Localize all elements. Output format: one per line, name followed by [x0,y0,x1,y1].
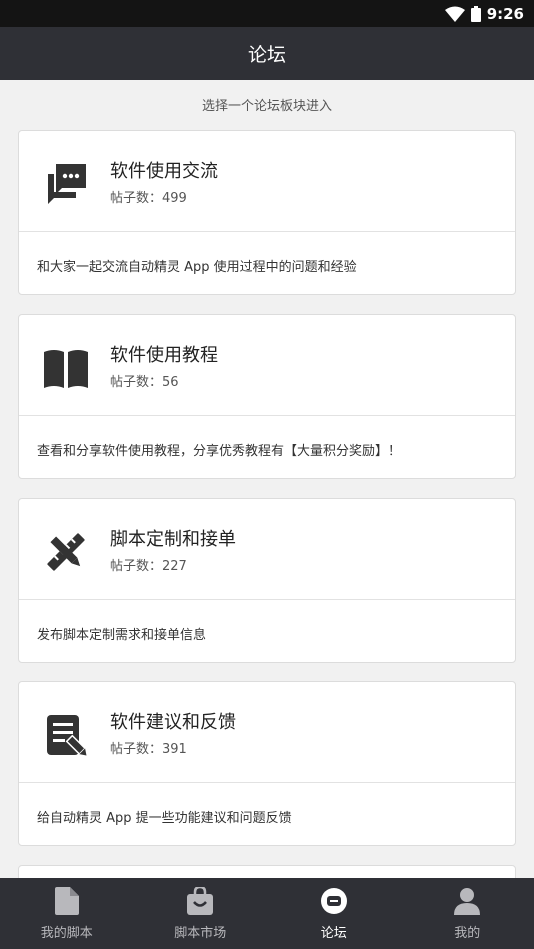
card-title: 脚本定制和接单 [110,529,236,550]
post-count: 帖子数：499 [110,191,187,206]
card-header: 软件建议和反馈 帖子数：391 [19,682,515,783]
card-header: 脚本定制和接单 帖子数：227 [19,499,515,600]
card-description: 查看和分享软件使用教程，分享优秀教程有【大量积分奖励】！ [37,444,402,459]
nav-label: 我的 [454,926,481,941]
forum-icon [319,886,349,916]
card-header: 软件使用教程 帖子数：56 [19,315,515,416]
app-bar: 论坛 [0,27,534,80]
battery-icon [470,5,481,22]
nav-me[interactable]: 我的 [401,878,534,949]
card-title: 软件建议和反馈 [110,712,236,733]
shopping-bag-icon [185,886,215,916]
nav-my-scripts[interactable]: 我的脚本 [0,878,134,949]
document-edit-icon [41,710,91,760]
chat-bubbles-icon [41,159,91,209]
forum-list[interactable]: 选择一个论坛板块进入 软件使用交流 帖子数：499 和大家一起交流自动精灵 Ap… [0,80,534,878]
page-title: 论坛 [247,44,286,66]
card-description: 给自动精灵 App 提一些功能建议和问题反馈 [37,811,292,826]
nav-label: 论坛 [320,926,347,941]
wifi-icon [444,6,465,22]
card-title: 软件使用教程 [110,345,218,366]
post-count: 帖子数：227 [110,559,187,574]
status-bar: 9:26 [0,0,534,27]
bottom-navigation: 我的脚本 脚本市场 论坛 我的 [0,878,534,949]
open-book-icon [41,343,91,393]
post-count: 帖子数：391 [110,742,187,757]
page-subtitle: 选择一个论坛板块进入 [201,99,332,114]
card-description: 和大家一起交流自动精灵 App 使用过程中的问题和经验 [37,260,357,275]
card-description: 发布脚本定制需求和接单信息 [37,628,207,643]
ruler-pencil-icon [41,527,91,577]
card-title: 软件使用交流 [110,161,218,182]
nav-forum[interactable]: 论坛 [267,878,401,949]
forum-card-partial[interactable] [18,865,516,878]
forum-card-custom-scripts[interactable]: 脚本定制和接单 帖子数：227 发布脚本定制需求和接单信息 [18,498,516,663]
card-header: 软件使用交流 帖子数：499 [19,131,515,232]
forum-card-tutorials[interactable]: 软件使用教程 帖子数：56 查看和分享软件使用教程，分享优秀教程有【大量积分奖励… [18,314,516,479]
nav-label: 我的脚本 [40,926,93,941]
nav-label: 脚本市场 [174,926,227,941]
person-icon [452,886,482,916]
forum-card-feedback[interactable]: 软件建议和反馈 帖子数：391 给自动精灵 App 提一些功能建议和问题反馈 [18,681,516,846]
clock: 9:26 [486,4,524,23]
document-icon [52,886,82,916]
nav-script-market[interactable]: 脚本市场 [134,878,268,949]
forum-card-software-discussion[interactable]: 软件使用交流 帖子数：499 和大家一起交流自动精灵 App 使用过程中的问题和… [18,130,516,295]
post-count: 帖子数：56 [110,375,179,390]
